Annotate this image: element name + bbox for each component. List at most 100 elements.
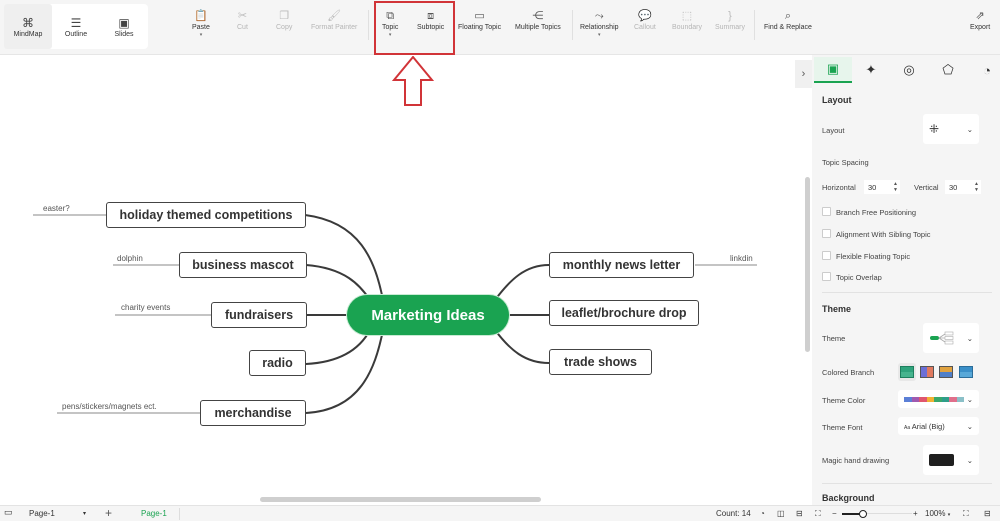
zoom-slider-track[interactable] <box>842 509 912 518</box>
branch-line <box>305 329 384 414</box>
marker-icon: ◎ <box>903 62 915 77</box>
chevron-down-icon: ⌄ <box>966 421 973 431</box>
alignment-sibling-label: Alignment With Sibling Topic <box>836 230 931 239</box>
collapse-panel-icon[interactable]: ⊟ <box>984 509 991 518</box>
theme-color-dropdown[interactable]: ⌄ <box>898 390 979 408</box>
section-divider <box>822 483 992 484</box>
magic-hand-drawing-dropdown[interactable]: ⌄ <box>923 445 979 475</box>
colored-branch-option-3[interactable] <box>939 366 953 378</box>
colored-branch-option-1[interactable] <box>900 366 914 378</box>
vertical-spacing-input[interactable]: 30 ▲ ▼ <box>945 180 981 194</box>
book-view-icon[interactable]: ◫ <box>777 509 785 518</box>
vertical-scrollbar[interactable] <box>805 177 810 352</box>
alignment-sibling-checkbox[interactable] <box>822 229 831 238</box>
layout-map-icon: ⁜ <box>929 122 940 136</box>
tab-style[interactable]: ⬠ <box>929 57 967 83</box>
font-icon: Aa <box>904 424 911 431</box>
zoom-in-button[interactable]: + <box>913 509 918 518</box>
root-topic[interactable]: Marketing Ideas <box>347 295 509 335</box>
topic-node[interactable]: fundraisers <box>211 302 307 328</box>
theme-toggle-icon[interactable]: ◔ <box>760 509 765 518</box>
fullscreen-icon[interactable]: ⛶ <box>963 509 969 519</box>
tab-layout[interactable]: ▣ <box>814 57 852 83</box>
theme-preview-icon <box>930 331 954 345</box>
spinner-arrows-icon[interactable]: ▲ ▼ <box>893 181 898 193</box>
theme-color-chip <box>949 396 957 402</box>
spinner-arrows-icon[interactable]: ▲ ▼ <box>974 181 979 193</box>
magic-hand-drawing-label: Magic hand drawing <box>822 456 890 465</box>
theme-color-label: Theme Color <box>822 396 866 405</box>
layout-tab-icon: ▣ <box>826 61 840 76</box>
horizontal-scrollbar[interactable] <box>260 497 541 502</box>
panel-collapse-button[interactable]: › <box>795 60 812 88</box>
tab-ai[interactable]: ✦ <box>852 57 890 83</box>
topic-node[interactable]: radio <box>249 350 306 376</box>
chevron-down-icon: ⌄ <box>966 394 973 404</box>
topic-overlap-label: Topic Overlap <box>836 273 882 282</box>
topic-spacing-label: Topic Spacing <box>822 158 869 167</box>
outline-view-icon[interactable]: ⊟ <box>796 509 803 518</box>
magic-color-swatch <box>929 454 954 466</box>
theme-color-chip <box>941 396 949 402</box>
page-panel-toggle-icon[interactable]: ▭ <box>4 507 13 518</box>
tab-history[interactable]: ◔ <box>968 57 1000 83</box>
add-page-button[interactable]: + <box>105 506 112 520</box>
topic-overlap-checkbox[interactable] <box>822 272 831 281</box>
topic-note[interactable]: charity events <box>121 303 170 312</box>
background-section-heading: Background <box>822 493 875 503</box>
chevron-down-icon: ⌄ <box>966 333 973 343</box>
theme-color-chip <box>956 396 964 402</box>
topic-note[interactable]: linkdin <box>730 254 753 263</box>
page-tab-active[interactable]: Page-1 <box>141 509 167 518</box>
branch-line <box>305 264 371 301</box>
theme-color-chip <box>904 396 912 402</box>
chevron-down-icon[interactable]: ▾ <box>83 510 86 517</box>
chevron-down-icon: ⌄ <box>966 124 973 134</box>
topic-node[interactable]: merchandise <box>200 400 306 426</box>
branch-line <box>494 264 550 301</box>
count-label: Count: 14 <box>716 509 751 518</box>
export-label: Export <box>970 24 991 31</box>
page-select[interactable]: Page-1 <box>29 509 55 518</box>
theme-color-chip <box>911 396 919 402</box>
layout-section-heading: Layout <box>822 95 852 105</box>
horizontal-spacing-input[interactable]: 30 ▲ ▼ <box>864 180 900 194</box>
vertical-label: Vertical <box>914 183 939 192</box>
branch-line <box>305 329 371 365</box>
tab-marker[interactable]: ◎ <box>890 57 928 83</box>
sparkle-icon: ✦ <box>865 62 877 77</box>
topic-node[interactable]: monthly news letter <box>549 252 694 278</box>
topic-note[interactable]: dolphin <box>117 254 143 263</box>
theme-font-dropdown[interactable]: Aa Arial (Big) ⌄ <box>898 417 979 435</box>
topic-node[interactable]: trade shows <box>549 349 652 375</box>
colored-branch-label: Colored Branch <box>822 368 875 377</box>
theme-dropdown[interactable]: ⌄ <box>923 323 979 353</box>
topic-node[interactable]: holiday themed competitions <box>106 202 306 228</box>
theme-font-value: Arial (Big) <box>911 421 945 431</box>
zoom-out-button[interactable]: − <box>832 509 837 518</box>
theme-color-chip <box>919 396 927 402</box>
colored-branch-option-2[interactable] <box>920 366 934 378</box>
zoom-level-select[interactable]: 100% ▾ <box>925 509 950 518</box>
export-icon: ⇗ <box>975 10 985 22</box>
zoom-level-value: 100% <box>925 509 946 518</box>
flexible-floating-checkbox[interactable] <box>822 251 831 260</box>
topic-note[interactable]: easter? <box>43 204 70 213</box>
horizontal-value: 30 <box>868 182 877 192</box>
zoom-slider-handle[interactable] <box>859 509 867 518</box>
export-button[interactable]: ⇗ Export <box>970 8 990 31</box>
branch-line <box>304 214 384 301</box>
fit-page-icon[interactable]: ⛶ <box>815 509 821 519</box>
colored-branch-option-4[interactable] <box>959 366 973 378</box>
theme-font-label: Theme Font <box>822 423 863 432</box>
branch-free-positioning-checkbox[interactable] <box>822 207 831 216</box>
topic-note[interactable]: pens/stickers/magnets ect. <box>62 402 157 411</box>
topic-node[interactable]: business mascot <box>179 252 307 278</box>
topic-node[interactable]: leaflet/brochure drop <box>549 300 699 326</box>
tab-divider <box>179 508 180 520</box>
style-icon: ⬠ <box>942 62 954 77</box>
chevron-down-icon: ⌄ <box>966 455 973 465</box>
page-select-value: Page-1 <box>29 509 55 518</box>
layout-dropdown[interactable]: ⁜ ⌄ <box>923 114 979 144</box>
vertical-value: 30 <box>949 182 958 192</box>
